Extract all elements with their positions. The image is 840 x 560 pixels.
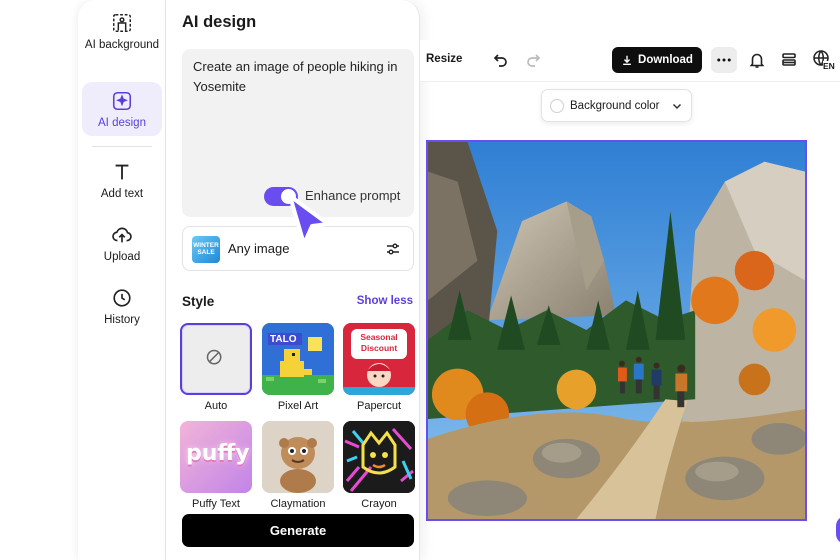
language-code: EN	[823, 61, 835, 71]
download-icon	[623, 55, 631, 65]
color-swatch	[550, 99, 564, 113]
rail-item-ai-design[interactable]: AI design	[82, 82, 162, 136]
puffy-thumb-text: puffy	[186, 441, 250, 466]
style-label: Puffy Text	[192, 498, 240, 510]
show-less-link[interactable]: Show less	[357, 295, 413, 307]
rail-item-label: History	[104, 314, 140, 326]
layers-icon[interactable]	[780, 51, 798, 69]
style-thumbnail: TALO	[262, 323, 334, 395]
background-color-dropdown[interactable]: Background color	[541, 89, 692, 122]
papercut-thumb-text: Seasonal Discount	[360, 332, 398, 353]
prompt-input[interactable]: Create an image of people hiking in Yose…	[193, 57, 408, 97]
rail-item-label: Add text	[100, 188, 144, 200]
style-section-title: Style	[182, 294, 215, 309]
rail-divider	[92, 146, 152, 147]
style-label: Crayon	[361, 498, 397, 510]
rail-item-upload[interactable]: Upload	[82, 224, 162, 268]
image-type-thumbnail: WINTER SALE	[192, 236, 220, 263]
claymation-thumbnail	[262, 421, 334, 493]
panel-title: AI design	[182, 13, 257, 31]
style-puffy-text[interactable]: puffy Puffy Text	[180, 421, 252, 510]
pixel-art-thumb-text: TALO	[270, 334, 297, 345]
crayon-thumbnail	[343, 421, 415, 493]
no-style-icon	[206, 349, 222, 365]
style-pixel-art[interactable]: TALO Pixel Art	[262, 323, 334, 412]
ai-background-icon	[113, 14, 131, 32]
redo-icon[interactable]	[524, 51, 542, 69]
ai-design-icon	[112, 91, 132, 111]
ai-design-panel: AI design Create an image of people hiki…	[166, 0, 420, 560]
upload-icon	[112, 227, 132, 243]
more-options-button[interactable]	[711, 47, 737, 73]
style-thumbnail	[180, 323, 252, 395]
bell-icon[interactable]	[748, 51, 766, 69]
style-label: Claymation	[270, 498, 326, 510]
enhance-prompt-toggle[interactable]	[264, 187, 298, 206]
sliders-icon[interactable]	[385, 241, 401, 257]
style-label: Papercut	[356, 400, 402, 412]
style-claymation[interactable]: Claymation	[262, 421, 334, 510]
text-icon	[115, 164, 129, 180]
top-toolbar: Resize Download EN	[420, 40, 840, 82]
style-thumbnail	[262, 421, 334, 493]
enhance-prompt-label: Enhance prompt	[305, 188, 401, 203]
chevron-down-icon	[672, 103, 682, 110]
background-color-label: Background color	[570, 100, 660, 112]
rail-item-label: AI design	[98, 117, 146, 129]
undo-icon[interactable]	[492, 51, 510, 69]
left-rail: AI background AI design Add text Upload …	[78, 0, 166, 560]
generate-button[interactable]: Generate	[182, 514, 414, 547]
rail-item-history[interactable]: History	[82, 287, 162, 331]
style-auto[interactable]: Auto	[180, 323, 252, 412]
style-thumbnail: Seasonal Discount	[343, 323, 415, 395]
style-thumbnail	[343, 421, 415, 493]
rail-item-add-text[interactable]: Add text	[82, 161, 162, 205]
style-crayon[interactable]: Crayon	[343, 421, 415, 510]
style-label: Auto	[204, 400, 228, 412]
style-papercut[interactable]: Seasonal Discount Papercut	[343, 323, 415, 412]
generated-image[interactable]	[426, 140, 807, 521]
resize-button[interactable]: Resize	[426, 53, 462, 65]
history-icon	[113, 289, 131, 307]
image-type-label: Any image	[228, 241, 290, 256]
floating-action-button[interactable]	[836, 516, 840, 544]
rail-item-label: Upload	[103, 251, 141, 263]
download-button[interactable]: Download	[612, 47, 702, 73]
toggle-knob	[281, 189, 296, 204]
yosemite-hiking-illustration	[428, 142, 805, 519]
rail-item-ai-background[interactable]: AI background	[82, 12, 162, 68]
more-icon	[717, 58, 731, 62]
style-thumbnail: puffy	[180, 421, 252, 493]
style-label: Pixel Art	[277, 400, 319, 412]
image-type-selector[interactable]: WINTER SALE Any image	[182, 226, 414, 271]
prompt-box[interactable]: Create an image of people hiking in Yose…	[182, 49, 414, 217]
download-label: Download	[638, 54, 693, 66]
rail-item-label: AI background	[84, 39, 160, 51]
